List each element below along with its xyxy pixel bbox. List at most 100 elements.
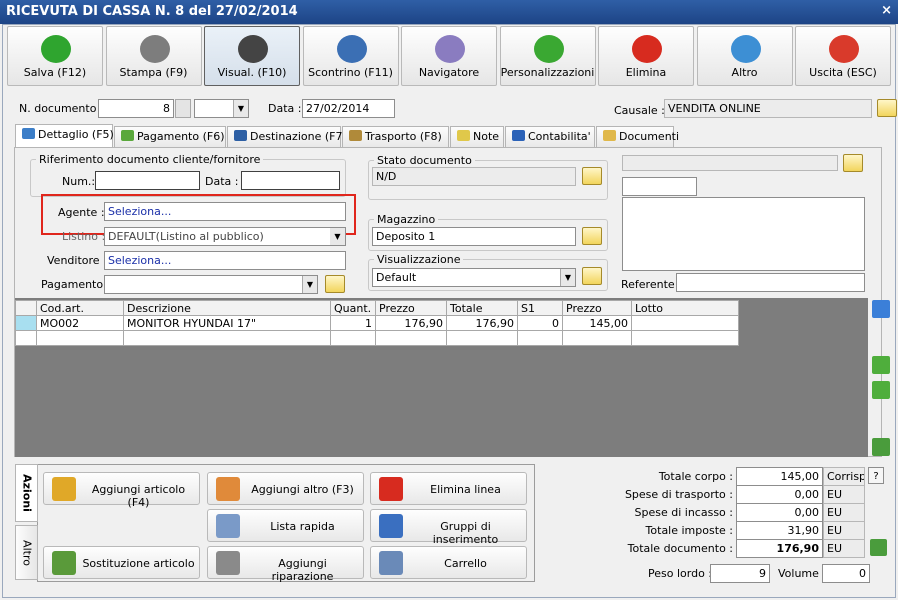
num-input[interactable] (95, 171, 200, 190)
folder-icon[interactable] (843, 154, 863, 172)
chevron-down-icon[interactable]: ▼ (302, 276, 317, 293)
table-cell[interactable]: 145,00 (562, 315, 632, 331)
zoom-in-icon[interactable] (870, 539, 887, 556)
grid-column-header[interactable]: Descrizione (123, 300, 331, 316)
tab-3[interactable]: Trasporto (F8) (342, 126, 449, 147)
toolbar-button-3[interactable]: Scontrino (F11) (302, 26, 399, 86)
row-selector[interactable] (15, 330, 37, 346)
table-cell[interactable]: 1 (330, 315, 376, 331)
tab-altro[interactable]: Altro (15, 525, 38, 580)
table-cell[interactable]: MO002 (36, 315, 124, 331)
tab-icon (121, 130, 134, 141)
chevron-down-icon[interactable]: ▼ (330, 228, 345, 245)
grid-column-header[interactable]: Prezzo (375, 300, 447, 316)
referente-label: Referente (621, 278, 675, 291)
wrench-icon (216, 551, 240, 575)
arrow-up-down-icon[interactable] (872, 300, 890, 318)
toolbar-button-1[interactable]: Stampa (F9) (105, 26, 202, 86)
folder-icon[interactable] (877, 99, 897, 117)
row-selector[interactable] (15, 315, 37, 331)
folder-icon[interactable] (582, 267, 602, 285)
totale-corpo-label: Totale corpo : (658, 470, 733, 483)
stato-input[interactable]: N/D (372, 167, 576, 186)
folder-icon[interactable] (582, 167, 602, 185)
causale-input[interactable]: VENDITA ONLINE (664, 99, 872, 118)
grid-column-header[interactable]: Quant. (330, 300, 376, 316)
close-icon[interactable]: × (881, 3, 892, 18)
table-row[interactable]: MO002 MONITOR HYUNDAI 17" 1 176,90 176,90 0 14… (15, 315, 739, 331)
action-button-4[interactable]: Gruppi di inserimento (370, 509, 527, 546)
arrow-up-icon[interactable] (872, 356, 890, 374)
action-button-6[interactable]: Aggiungi riparazione (207, 546, 364, 583)
listino-label: Listino : (62, 230, 106, 243)
notes-area[interactable] (622, 197, 865, 271)
table-cell[interactable]: 0 (517, 315, 563, 331)
tab-2[interactable]: Destinazione (F7) (227, 126, 347, 147)
table-cell[interactable] (517, 330, 563, 346)
table-cell[interactable] (123, 330, 331, 346)
right-small-field[interactable] (622, 177, 697, 196)
rif-data-input[interactable] (241, 171, 340, 190)
toolbar-button-6[interactable]: Elimina (598, 26, 694, 86)
spese-trasporto-label: Spese di trasporto : (624, 488, 733, 501)
grid-column-header[interactable]: Cod.art. (36, 300, 124, 316)
action-button-3[interactable]: Lista rapida (207, 509, 364, 542)
listino-select[interactable]: DEFAULT(Listino al pubblico) (104, 227, 346, 246)
chevron-down-icon[interactable]: ▼ (233, 100, 248, 117)
table-cell[interactable] (446, 330, 518, 346)
action-button-0[interactable]: Aggiungi articolo (F4) (43, 472, 200, 509)
toolbar-button-7[interactable]: Altro (696, 26, 793, 86)
toolbar-button-5[interactable]: Personalizzazioni (499, 26, 596, 86)
toolbar-button-8[interactable]: Uscita (ESC) (795, 26, 891, 86)
table-cell[interactable] (36, 330, 124, 346)
grid-column-header[interactable]: Prezzo (562, 300, 632, 316)
folder-icon[interactable] (325, 275, 345, 293)
currency-label: EU (823, 503, 865, 522)
visual-select[interactable]: Default (372, 268, 576, 287)
tab-4[interactable]: Note (450, 126, 504, 147)
tab-0[interactable]: Dettaglio (F5) (15, 124, 114, 148)
toolbar-button-2[interactable]: Visual. (F10) (204, 26, 300, 86)
table-cell[interactable]: MONITOR HYUNDAI 17" (123, 315, 331, 331)
venditore-input[interactable]: Seleziona... (104, 251, 346, 270)
tab-1[interactable]: Pagamento (F6) (114, 126, 226, 147)
red-x-icon (632, 35, 662, 63)
data-input[interactable]: 27/02/2014 (302, 99, 395, 118)
table-cell[interactable]: 176,90 (375, 315, 447, 331)
toolbar-button-4[interactable]: Navigatore (401, 26, 497, 86)
table-cell[interactable]: 176,90 (446, 315, 518, 331)
action-button-2[interactable]: Elimina linea (370, 472, 527, 505)
table-row[interactable] (15, 330, 739, 346)
arrow-down-icon[interactable] (872, 381, 890, 399)
action-button-label: Sostituzione articolo (82, 557, 195, 570)
tab-6[interactable]: Documenti (596, 126, 679, 147)
table-cell[interactable] (631, 315, 739, 331)
table-cell[interactable] (375, 330, 447, 346)
table-cell[interactable] (330, 330, 376, 346)
grid-column-header[interactable]: Lotto (631, 300, 739, 316)
action-button-7[interactable]: Carrello (370, 546, 527, 579)
grid-column-header[interactable]: Totale (446, 300, 518, 316)
referente-input[interactable] (676, 273, 865, 292)
stato-group-title: Stato documento (374, 154, 475, 167)
table-cell[interactable] (562, 330, 632, 346)
ndoc-input[interactable]: 8 (98, 99, 174, 118)
magazzino-input[interactable]: Deposito 1 (372, 227, 576, 246)
help-button[interactable]: ? (868, 467, 884, 484)
ndoc-spin-button[interactable] (175, 99, 191, 118)
pagamento-select[interactable] (104, 275, 318, 294)
tab-icon (457, 130, 470, 141)
folder-icon[interactable] (582, 227, 602, 245)
tab-azioni[interactable]: Azioni (15, 464, 38, 522)
grid-column-header[interactable]: S1 (517, 300, 563, 316)
action-button-5[interactable]: Sostituzione articolo (43, 546, 200, 579)
action-button-label: Elimina linea (430, 483, 501, 496)
tab-5[interactable]: Contabilita' (505, 126, 595, 147)
tab-label: Trasporto (F8) (365, 130, 442, 143)
right-top-field[interactable] (622, 155, 838, 171)
action-button-1[interactable]: Aggiungi altro (F3) (207, 472, 364, 505)
toolbar-button-0[interactable]: Salva (F12) (7, 26, 103, 86)
chevron-down-icon[interactable]: ▼ (560, 269, 575, 286)
table-cell[interactable] (631, 330, 739, 346)
refresh-icon[interactable] (872, 438, 890, 456)
